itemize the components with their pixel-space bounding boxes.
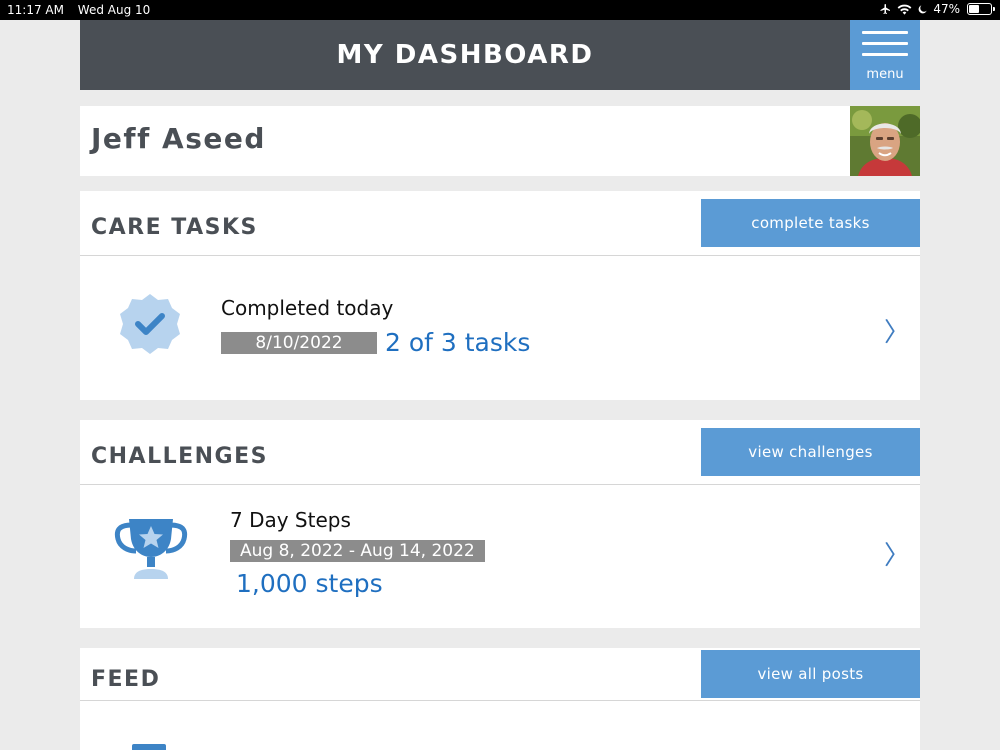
challenges-item[interactable]: 7 Day Steps Aug 8, 2022 - Aug 14, 2022 1…	[80, 485, 920, 627]
verified-check-icon	[120, 294, 180, 354]
feed-title: FEED	[91, 667, 161, 692]
moon-icon	[918, 4, 927, 13]
view-all-posts-button[interactable]: view all posts	[701, 650, 920, 698]
complete-tasks-button[interactable]: complete tasks	[701, 199, 920, 247]
wifi-icon	[897, 4, 912, 15]
trophy-icon	[114, 519, 188, 579]
avatar[interactable]	[850, 106, 920, 176]
view-challenges-button[interactable]: view challenges	[701, 428, 920, 476]
status-left: 11:17 AM Wed Aug 10	[7, 3, 160, 17]
date-badge: 8/10/2022	[221, 331, 377, 354]
care-tasks-item-title: Completed today	[221, 296, 394, 320]
chevron-right-icon[interactable]: 〉	[884, 312, 910, 349]
status-time: 11:17 AM	[7, 3, 64, 17]
hamburger-icon	[862, 31, 908, 64]
status-right: 47%	[879, 2, 995, 16]
care-tasks-header: CARE TASKS complete tasks	[80, 191, 920, 256]
challenges-title: CHALLENGES	[91, 444, 268, 469]
profile-card: Jeff Aseed	[80, 106, 920, 176]
challenges-section: CHALLENGES view challenges 7 Day Steps A…	[80, 420, 920, 628]
feed-item[interactable]	[80, 701, 920, 750]
care-tasks-section: CARE TASKS complete tasks Completed toda…	[80, 191, 920, 400]
care-tasks-item[interactable]: Completed today 8/10/2022 2 of 3 tasks 〉	[80, 256, 920, 399]
challenges-header: CHALLENGES view challenges	[80, 420, 920, 485]
feed-header: FEED view all posts	[80, 648, 920, 701]
challenge-date-range: Aug 8, 2022 - Aug 14, 2022	[230, 540, 485, 562]
status-bar: 11:17 AM Wed Aug 10 47%	[0, 0, 1000, 20]
feed-section: FEED view all posts	[80, 648, 920, 750]
tasks-progress: 2 of 3 tasks	[385, 328, 531, 357]
challenge-steps: 1,000 steps	[236, 569, 383, 598]
avatar-photo	[850, 106, 920, 176]
battery-percent: 47%	[933, 2, 960, 16]
battery-icon	[967, 3, 995, 15]
chevron-right-icon[interactable]: 〉	[884, 535, 910, 572]
feed-post-icon	[132, 744, 166, 750]
airplane-icon	[880, 4, 891, 14]
app-header: MY DASHBOARD menu	[80, 20, 920, 90]
status-date: Wed Aug 10	[77, 3, 151, 17]
profile-name: Jeff Aseed	[91, 122, 266, 155]
battery-fill	[969, 5, 979, 13]
care-tasks-details: 8/10/2022 2 of 3 tasks	[221, 328, 530, 357]
challenge-title: 7 Day Steps	[230, 508, 351, 532]
menu-button[interactable]: menu	[850, 20, 920, 90]
page-title: MY DASHBOARD	[336, 40, 594, 70]
care-tasks-title: CARE TASKS	[91, 215, 258, 240]
menu-label: menu	[866, 67, 904, 82]
